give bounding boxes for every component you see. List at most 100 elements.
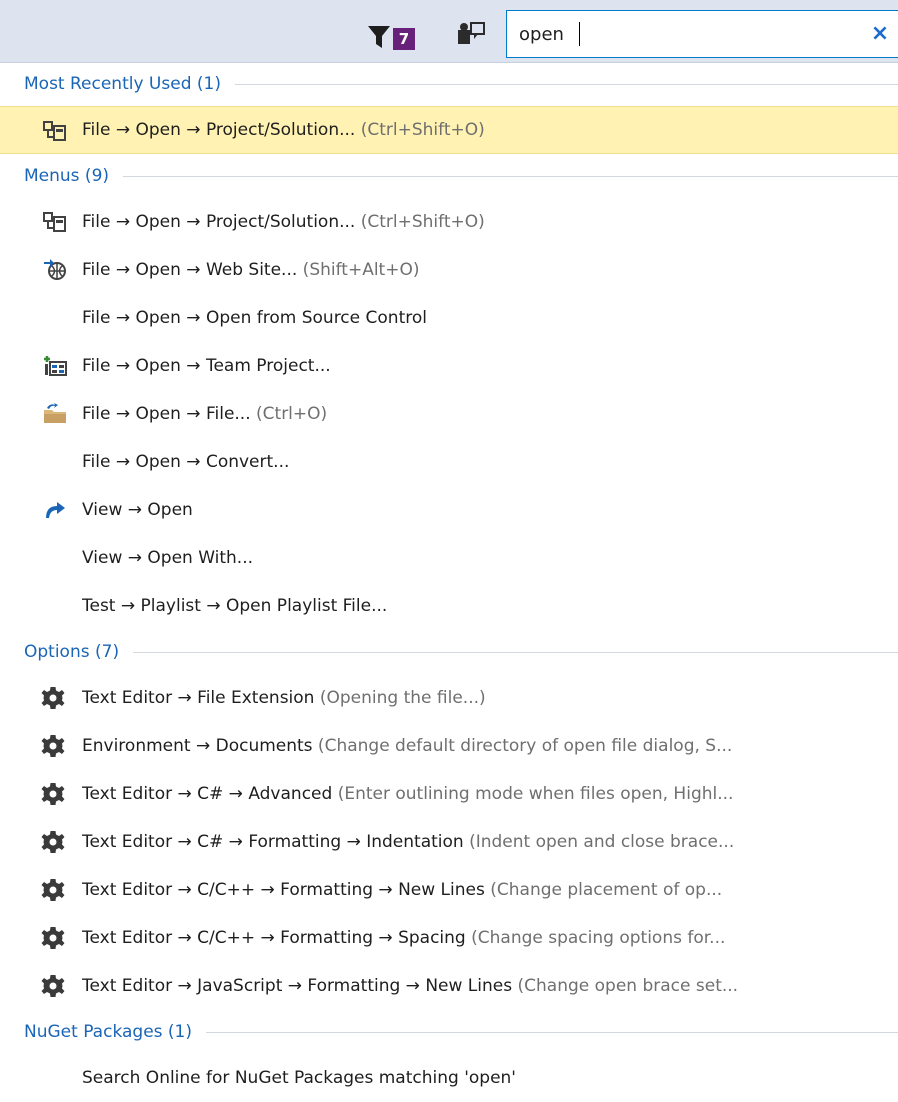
result-item-path: File → Open → Web Site... <box>82 260 298 280</box>
group-header-label: Menus (9) <box>24 166 110 186</box>
gear-icon <box>40 734 66 758</box>
team-project-icon <box>42 354 68 378</box>
result-item-path: Text Editor → File Extension <box>82 688 315 708</box>
result-item-path: Text Editor → C# → Formatting → Indentat… <box>82 832 464 852</box>
result-item-path: File → Open → Project/Solution... <box>82 212 356 232</box>
group-divider <box>206 1031 898 1033</box>
result-item[interactable]: Text Editor → JavaScript → Formatting → … <box>0 962 898 1010</box>
result-item-text: Text Editor → JavaScript → Formatting → … <box>82 976 738 996</box>
result-item-text: File → Open → Project/Solution... (Ctrl+… <box>82 120 485 140</box>
result-item-path: File → Open → File... <box>82 404 251 424</box>
group-divider <box>234 83 898 85</box>
result-item-hint: (Opening the file...) <box>314 688 486 708</box>
result-item-hint: (Ctrl+Shift+O) <box>355 212 485 232</box>
result-item[interactable]: Test → Playlist → Open Playlist File... <box>0 582 898 630</box>
result-item-hint: (Change default directory of open file d… <box>312 736 733 756</box>
result-item-hint: (Ctrl+O) <box>250 404 328 424</box>
result-item-text: Text Editor → C/C++ → Formatting → Spaci… <box>82 928 725 948</box>
result-item-hint: (Enter outlining mode when files open, H… <box>332 784 734 804</box>
results-list: Most Recently Used (1) File → Open → Proj… <box>0 62 898 1102</box>
result-item-path: File → Open → Open from Source Control <box>82 308 427 328</box>
result-item[interactable]: Text Editor → C/C++ → Formatting → New L… <box>0 866 898 914</box>
group-header: Options (7) <box>0 630 898 674</box>
result-item[interactable]: View → Open <box>0 486 898 534</box>
result-item-text: File → Open → File... (Ctrl+O) <box>82 404 327 424</box>
clear-search-button[interactable]: × <box>868 20 892 48</box>
result-item[interactable]: File → Open → Convert... <box>0 438 898 486</box>
filter-count-badge: 7 <box>393 28 415 50</box>
result-item-path: File → Open → Team Project... <box>82 356 331 376</box>
result-item[interactable]: Text Editor → C/C++ → Formatting → Spaci… <box>0 914 898 962</box>
result-item-text: Search Online for NuGet Packages matchin… <box>82 1068 516 1088</box>
result-item[interactable]: Text Editor → File Extension (Opening th… <box>0 674 898 722</box>
result-item-path: File → Open → Convert... <box>82 452 290 472</box>
result-item-text: File → Open → Web Site... (Shift+Alt+O) <box>82 260 419 280</box>
result-item-hint: (Change spacing options for... <box>465 928 726 948</box>
gear-icon <box>40 686 66 710</box>
result-item-text: Text Editor → C# → Advanced (Enter outli… <box>82 784 733 804</box>
result-item-text: File → Open → Convert... <box>82 452 289 472</box>
result-item-text: Text Editor → C/C++ → Formatting → New L… <box>82 880 722 900</box>
group-header-label: Most Recently Used (1) <box>24 74 221 94</box>
group-divider <box>123 175 898 177</box>
result-item-hint: (Shift+Alt+O) <box>297 260 420 280</box>
result-item-hint: (Ctrl+Shift+O) <box>355 120 485 140</box>
result-item[interactable]: File → Open → Team Project... <box>0 342 898 390</box>
result-item[interactable]: Environment → Documents (Change default … <box>0 722 898 770</box>
result-item[interactable]: View → Open With... <box>0 534 898 582</box>
result-item[interactable]: File → Open → File... (Ctrl+O) <box>0 390 898 438</box>
group-header: Menus (9) <box>0 154 898 198</box>
filter-icon <box>368 26 390 48</box>
result-item[interactable]: File → Open → Project/Solution... (Ctrl+… <box>0 106 898 154</box>
group-header: NuGet Packages (1) <box>0 1010 898 1054</box>
result-item-hint: (Indent open and close brace... <box>463 832 735 852</box>
result-item-hint: (Change placement of op... <box>484 880 723 900</box>
result-item-path: Text Editor → C/C++ → Formatting → Spaci… <box>82 928 466 948</box>
web-site-icon <box>42 258 68 282</box>
gear-icon <box>40 830 66 854</box>
result-item-path: File → Open → Project/Solution... <box>82 120 356 140</box>
search-input[interactable] <box>519 20 849 48</box>
open-arrow-icon <box>42 498 68 522</box>
group-header-label: Options (7) <box>24 642 120 662</box>
group-header: Most Recently Used (1) <box>0 62 898 106</box>
gear-icon <box>40 926 66 950</box>
result-item-path: Search Online for NuGet Packages matchin… <box>82 1068 516 1088</box>
quick-launch-toolbar: 7 × <box>0 0 898 63</box>
search-box: × <box>506 10 898 58</box>
result-item[interactable]: Text Editor → C# → Formatting → Indentat… <box>0 818 898 866</box>
result-item[interactable]: Text Editor → C# → Advanced (Enter outli… <box>0 770 898 818</box>
group-divider <box>133 651 898 653</box>
result-item-path: Text Editor → C# → Advanced <box>82 784 333 804</box>
gear-icon <box>40 878 66 902</box>
result-item-text: Text Editor → File Extension (Opening th… <box>82 688 486 708</box>
result-item-text: View → Open With... <box>82 548 253 568</box>
result-item-hint: (Change open brace set... <box>512 976 739 996</box>
gear-icon <box>40 782 66 806</box>
gear-icon <box>40 974 66 998</box>
result-item[interactable]: File → Open → Web Site... (Shift+Alt+O) <box>0 246 898 294</box>
result-item-text: File → Open → Project/Solution... (Ctrl+… <box>82 212 485 232</box>
open-folder-icon <box>42 402 68 426</box>
result-item-text: Environment → Documents (Change default … <box>82 736 732 756</box>
result-item-path: Test → Playlist → Open Playlist File... <box>82 596 388 616</box>
result-item-path: View → Open With... <box>82 548 254 568</box>
result-item-text: View → Open <box>82 500 193 520</box>
result-item-text: Test → Playlist → Open Playlist File... <box>82 596 387 616</box>
scope-button[interactable] <box>456 20 486 50</box>
result-item-path: Text Editor → C/C++ → Formatting → New L… <box>82 880 485 900</box>
result-item[interactable]: File → Open → Project/Solution... (Ctrl+… <box>0 198 898 246</box>
scope-icon <box>458 22 485 44</box>
group-header-label: NuGet Packages (1) <box>24 1022 192 1042</box>
project-solution-icon <box>42 210 68 234</box>
result-item[interactable]: File → Open → Open from Source Control <box>0 294 898 342</box>
result-item-path: View → Open <box>82 500 193 520</box>
text-caret <box>579 22 580 46</box>
filter-button[interactable]: 7 <box>366 22 422 52</box>
result-item-path: Text Editor → JavaScript → Formatting → … <box>82 976 513 996</box>
result-item[interactable]: Search Online for NuGet Packages matchin… <box>0 1054 898 1102</box>
result-item-path: Environment → Documents <box>82 736 313 756</box>
result-item-text: File → Open → Open from Source Control <box>82 308 427 328</box>
project-solution-icon <box>42 119 68 143</box>
result-item-text: File → Open → Team Project... <box>82 356 331 376</box>
